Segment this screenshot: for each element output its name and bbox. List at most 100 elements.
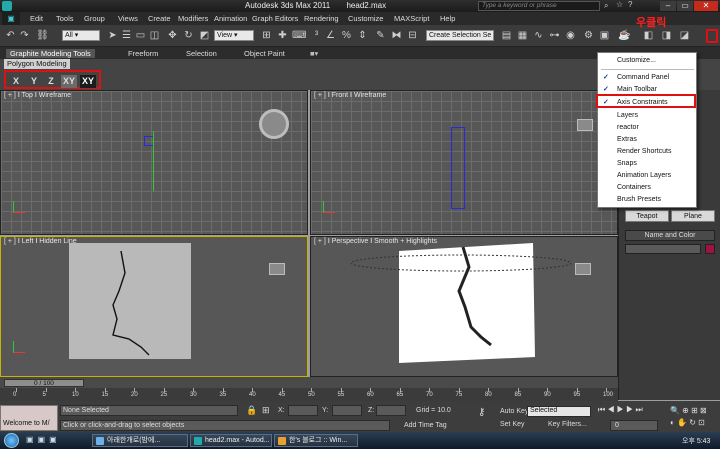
maxscript-listener[interactable]: Welcome to M/ xyxy=(0,405,58,431)
absolute-mode-icon[interactable]: ⊞ xyxy=(262,405,270,416)
viewport-top-label[interactable]: [ + ] I Top I Wireframe xyxy=(4,92,71,99)
add-time-tag-button[interactable]: Add Time Tag xyxy=(392,420,478,431)
graphite-toggle-icon[interactable]: ▦ xyxy=(516,29,529,42)
percent-snap-icon[interactable]: % xyxy=(340,29,353,42)
viewport-menu[interactable]: [ + ] xyxy=(4,92,16,99)
key-mode-dropdown[interactable]: Selected xyxy=(527,406,591,417)
minimize-button[interactable]: – xyxy=(660,1,676,11)
quick-launch[interactable]: ▣▣▣ xyxy=(26,435,86,447)
viewport-front[interactable]: [ + ] I Front I Wireframe xyxy=(310,90,618,235)
curve-editor-icon[interactable]: ∿ xyxy=(532,29,545,42)
menu-customize[interactable]: Customize xyxy=(348,14,383,23)
object-color-swatch[interactable] xyxy=(705,244,715,254)
axis-x-button[interactable]: X xyxy=(9,75,23,88)
viewport-front-label[interactable]: [ + ] I Front I Wireframe xyxy=(314,92,386,99)
viewport-shading[interactable]: Wireframe xyxy=(354,92,386,99)
viewcube-front[interactable] xyxy=(577,119,593,131)
menu-item-command-panel[interactable]: ✓ Command Panel xyxy=(598,72,696,84)
auto-key-button[interactable]: Auto Key xyxy=(500,408,528,415)
menu-help[interactable]: Help xyxy=(440,14,455,23)
teapot-button[interactable]: Teapot xyxy=(625,210,669,222)
spinner-snap-icon[interactable]: ⇕ xyxy=(356,29,369,42)
schematic-view-icon[interactable]: ⊶ xyxy=(548,29,561,42)
viewport-top[interactable]: [ + ] I Top I Wireframe xyxy=(0,90,308,235)
axis-xy-cycle-button[interactable]: XY xyxy=(80,75,96,88)
set-key-button[interactable]: Set Key xyxy=(500,421,525,428)
maximize-button[interactable]: ▭ xyxy=(677,1,693,11)
rect-selection-icon[interactable]: ▭ xyxy=(134,29,147,42)
taskbar-item-browser[interactable]: 한's 블로그 :: Win... xyxy=(274,434,358,447)
tab-selection[interactable]: Selection xyxy=(186,49,217,58)
menu-item-layers[interactable]: Layers xyxy=(598,110,696,122)
head-object-front[interactable] xyxy=(451,127,465,209)
axis-xy-button[interactable]: XY xyxy=(61,75,77,88)
start-button[interactable] xyxy=(4,433,19,448)
y-coordinate-field[interactable] xyxy=(332,405,362,416)
viewcube-top[interactable] xyxy=(259,109,289,139)
menu-graph-editors[interactable]: Graph Editors xyxy=(252,14,298,23)
viewport-name[interactable]: Top xyxy=(22,92,33,99)
menu-item-extras[interactable]: Extras xyxy=(598,134,696,146)
reference-image-plane[interactable] xyxy=(69,243,191,359)
viewcube-left[interactable] xyxy=(269,263,285,275)
tab-graphite-modeling-tools[interactable]: Graphite Modeling Tools xyxy=(6,49,95,58)
material-editor-icon[interactable]: ◉ xyxy=(564,29,577,42)
track-bar[interactable]: 0 5 10 15 20 25 30 35 40 45 50 55 60 65 70 75 80 85 90 95 10… xyxy=(0,388,618,402)
reference-coord-dropdown[interactable]: View ▾ xyxy=(214,30,254,41)
rendered-frame-icon[interactable]: ▣ xyxy=(598,29,611,42)
app-menu-icon[interactable]: ▣ xyxy=(2,12,20,25)
menu-edit[interactable]: Edit xyxy=(30,14,43,23)
menu-create[interactable]: Create xyxy=(148,14,171,23)
edit-named-selection-icon[interactable]: ✎ xyxy=(374,29,387,42)
help-icon[interactable]: ? xyxy=(628,0,632,9)
move-icon[interactable]: ✥ xyxy=(166,29,179,42)
menu-item-customize[interactable]: Customize... xyxy=(598,55,696,67)
select-by-name-icon[interactable]: ☰ xyxy=(120,29,133,42)
viewport-shading[interactable]: Wireframe xyxy=(39,92,71,99)
menu-item-reactor[interactable]: reactor xyxy=(598,122,696,134)
key-filters-button[interactable]: Key Filters... xyxy=(548,421,587,428)
mirror-icon[interactable]: ⧓ xyxy=(390,29,403,42)
menu-tools[interactable]: Tools xyxy=(56,14,74,23)
menu-item-brush-presets[interactable]: Brush Presets xyxy=(598,194,696,206)
star-icon[interactable]: ☆ xyxy=(616,0,623,9)
current-frame-field[interactable]: 0 xyxy=(610,420,658,431)
time-slider[interactable]: 0 / 100 xyxy=(4,379,84,387)
tab-freeform[interactable]: Freeform xyxy=(128,49,158,58)
toolbar-extra2-icon[interactable]: ◨ xyxy=(660,29,673,42)
scale-icon[interactable]: ◩ xyxy=(198,29,211,42)
binoculars-icon[interactable]: ⌕ xyxy=(604,1,608,11)
menu-rendering[interactable]: Rendering xyxy=(304,14,339,23)
search-box[interactable]: Type a keyword or phrase xyxy=(478,1,600,11)
plane-button[interactable]: Plane xyxy=(671,210,715,222)
menu-views[interactable]: Views xyxy=(118,14,138,23)
link-icon[interactable]: ⛓ xyxy=(36,29,49,42)
select-manipulate-icon[interactable]: ✚ xyxy=(276,29,289,42)
menu-modifiers[interactable]: Modifiers xyxy=(178,14,208,23)
viewport-menu[interactable]: [ + ] xyxy=(4,238,16,245)
axis-y-button[interactable]: Y xyxy=(27,75,41,88)
taskbar-item-3dsmax[interactable]: head2.max - Autod... xyxy=(190,434,272,447)
viewcube-perspective[interactable] xyxy=(575,263,591,275)
ribbon-options-icon[interactable]: ■▾ xyxy=(310,49,318,58)
angle-snap-icon[interactable]: ∠ xyxy=(324,29,337,42)
app-icon[interactable] xyxy=(2,1,12,11)
menu-item-containers[interactable]: Containers xyxy=(598,182,696,194)
axis-z-button[interactable]: Z xyxy=(44,75,58,88)
name-and-color-rollout[interactable]: Name and Color xyxy=(625,230,715,241)
render-setup-icon[interactable]: ⚙ xyxy=(582,29,595,42)
viewport-name[interactable]: Left xyxy=(22,238,34,245)
viewport-left-label[interactable]: [ + ] I Left I Hidden Line xyxy=(4,238,77,245)
taskbar-item-viewer[interactable]: 아래한개로(밤에... xyxy=(92,434,188,447)
viewport-left[interactable]: [ + ] I Left I Hidden Line xyxy=(0,236,308,377)
key-icon[interactable]: ⚷ xyxy=(478,407,485,418)
viewport-name[interactable]: Front xyxy=(332,92,348,99)
viewport-perspective[interactable]: [ + ] I Perspective I Smooth + Highlight… xyxy=(310,236,618,377)
object-name-field[interactable] xyxy=(625,244,701,254)
selection-filter-dropdown[interactable]: All ▾ xyxy=(62,30,100,41)
toolbar-extra3-icon[interactable]: ◪ xyxy=(678,29,691,42)
select-object-icon[interactable]: ➤ xyxy=(106,29,119,42)
toolbar-extra-icon[interactable]: ◧ xyxy=(642,29,655,42)
playback-controls[interactable]: ⏮ ◀ ▶ ▶ ⏭ xyxy=(598,405,658,416)
lock-selection-icon[interactable]: 🔒 xyxy=(246,405,257,416)
